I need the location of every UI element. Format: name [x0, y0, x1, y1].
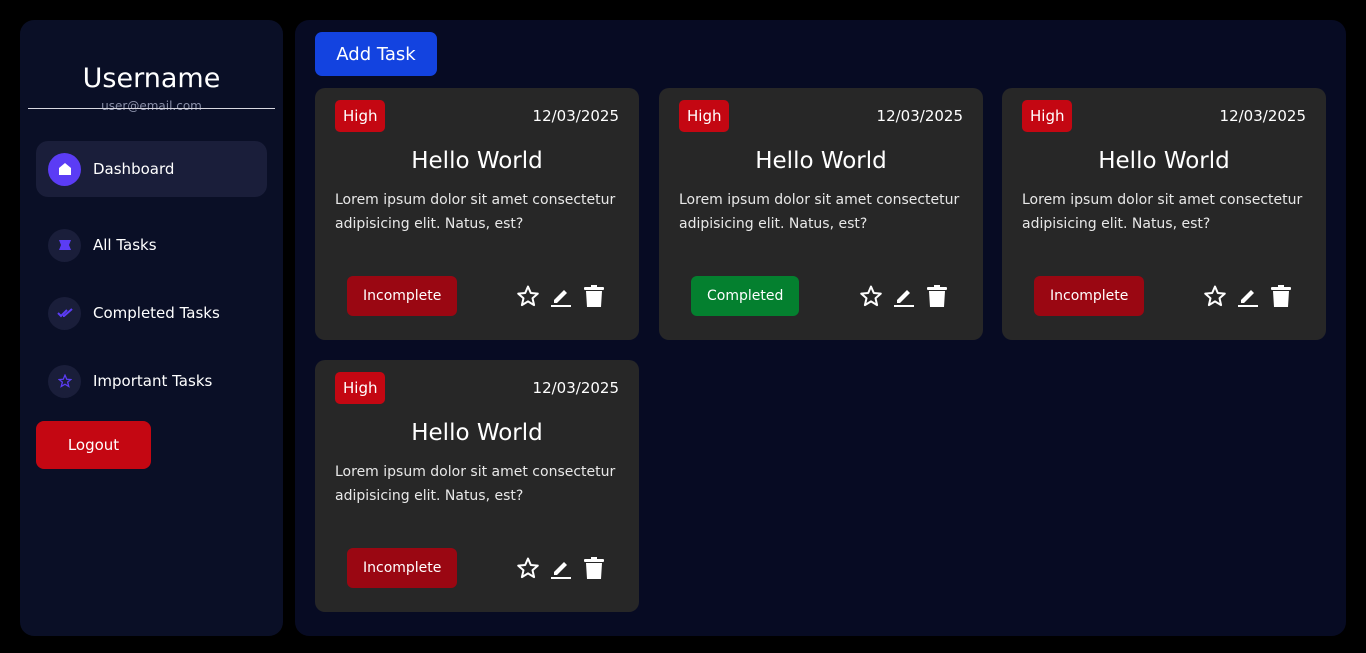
sidebar-divider — [28, 108, 275, 109]
priority-badge: High — [679, 100, 730, 132]
username: Username — [82, 63, 221, 94]
trash-icon[interactable] — [925, 284, 949, 308]
edit-icon[interactable] — [549, 284, 573, 308]
sidebar-item-label: Dashboard — [93, 160, 175, 178]
list-icon — [48, 228, 81, 262]
edit-icon[interactable] — [1236, 284, 1260, 308]
home-icon — [48, 152, 81, 186]
status-button[interactable]: Incomplete — [347, 276, 458, 316]
task-card: High 12/03/2025 Hello World Lorem ipsum … — [315, 360, 639, 612]
status-button[interactable]: Incomplete — [347, 548, 458, 588]
task-card: High 12/03/2025 Hello World Lorem ipsum … — [315, 88, 639, 340]
task-date: 12/03/2025 — [532, 379, 619, 397]
task-title: Hello World — [411, 148, 543, 174]
task-description: Lorem ipsum dolor sit amet consectetur a… — [679, 192, 960, 232]
edit-icon[interactable] — [892, 284, 916, 308]
task-card: High 12/03/2025 Hello World Lorem ipsum … — [659, 88, 983, 340]
task-date: 12/03/2025 — [1219, 107, 1306, 125]
trash-icon[interactable] — [582, 556, 606, 580]
logout-button[interactable]: Logout — [36, 421, 151, 469]
star-icon — [48, 364, 81, 398]
star-icon[interactable] — [1203, 284, 1227, 308]
task-description: Lorem ipsum dolor sit amet consectetur a… — [335, 192, 616, 232]
trash-icon[interactable] — [582, 284, 606, 308]
add-task-button[interactable]: Add Task — [315, 32, 437, 76]
user-email: user@email.com — [101, 99, 202, 113]
sidebar-item-dashboard[interactable]: Dashboard — [36, 141, 267, 197]
task-date: 12/03/2025 — [876, 107, 963, 125]
sidebar-item-label: Important Tasks — [93, 372, 213, 390]
sidebar: Username user@email.com Dashboard All Ta… — [20, 20, 283, 636]
edit-icon[interactable] — [549, 556, 573, 580]
priority-badge: High — [335, 372, 386, 404]
task-description: Lorem ipsum dolor sit amet consectetur a… — [335, 464, 616, 504]
trash-icon[interactable] — [1269, 284, 1293, 308]
star-icon[interactable] — [859, 284, 883, 308]
task-title: Hello World — [411, 420, 543, 446]
sidebar-item-all-tasks[interactable]: All Tasks — [36, 217, 267, 273]
task-card: High 12/03/2025 Hello World Lorem ipsum … — [1002, 88, 1326, 340]
sidebar-item-label: Completed Tasks — [93, 304, 220, 322]
status-button[interactable]: Incomplete — [1034, 276, 1145, 316]
double-check-icon — [48, 296, 81, 330]
task-date: 12/03/2025 — [532, 107, 619, 125]
priority-badge: High — [1022, 100, 1073, 132]
task-description: Lorem ipsum dolor sit amet consectetur a… — [1022, 192, 1303, 232]
sidebar-item-label: All Tasks — [93, 236, 157, 254]
priority-badge: High — [335, 100, 386, 132]
sidebar-item-important-tasks[interactable]: Important Tasks — [36, 353, 267, 409]
star-icon[interactable] — [516, 556, 540, 580]
task-title: Hello World — [755, 148, 887, 174]
status-button[interactable]: Completed — [691, 276, 800, 316]
main-content: Add Task High 12/03/2025 Hello World Lor… — [295, 20, 1346, 636]
task-title: Hello World — [1098, 148, 1230, 174]
sidebar-item-completed-tasks[interactable]: Completed Tasks — [36, 285, 267, 341]
star-icon[interactable] — [516, 284, 540, 308]
